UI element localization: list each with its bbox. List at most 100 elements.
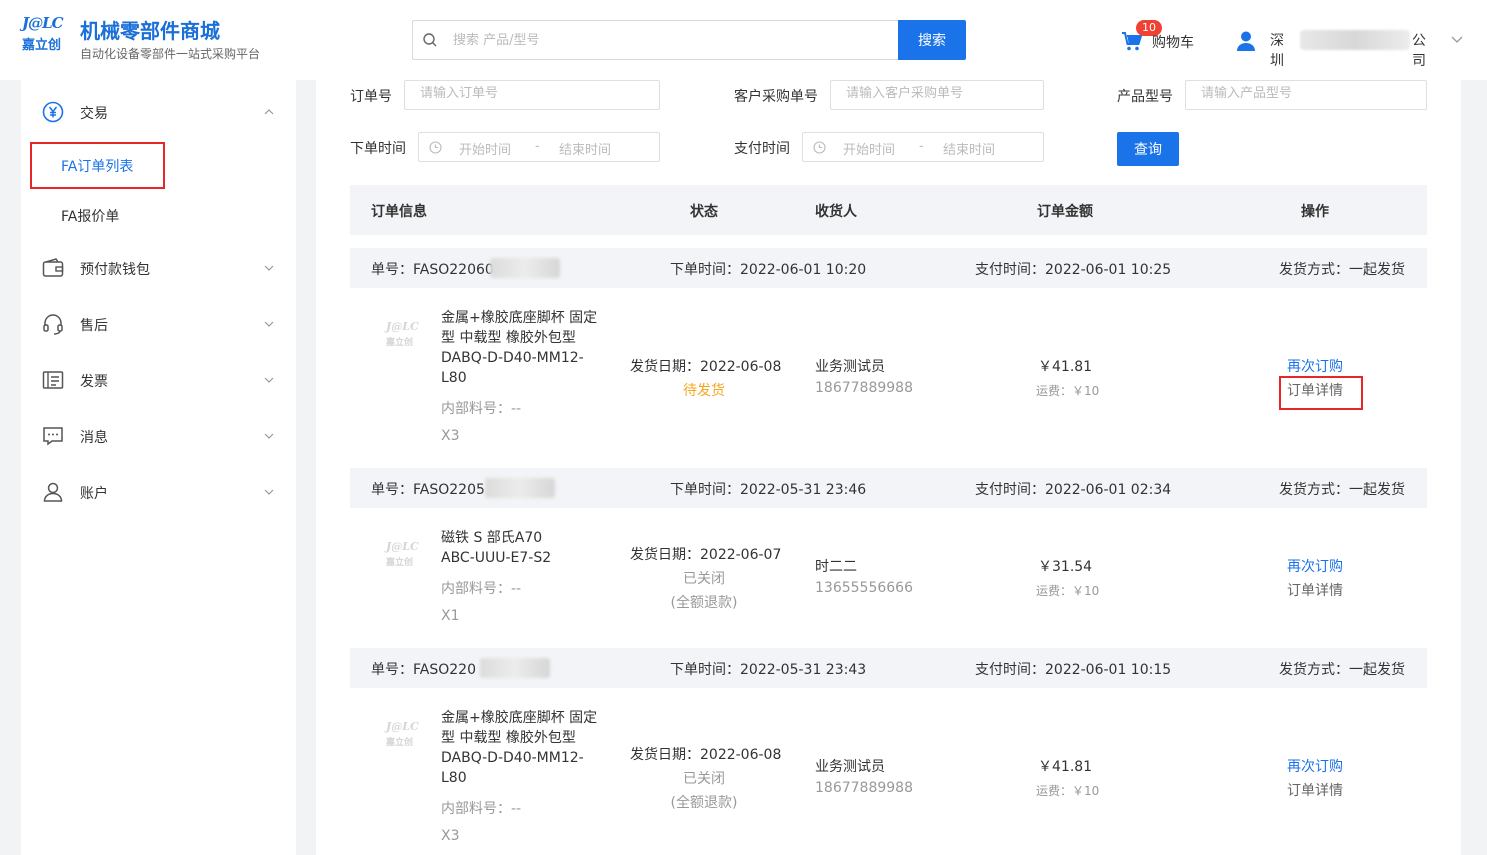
chevron-down-icon bbox=[264, 321, 274, 327]
cust-po-input[interactable] bbox=[846, 86, 1036, 101]
pay-time: 支付时间：2022-06-01 10:15 bbox=[975, 662, 1172, 678]
order-time: 下单时间：2022-05-31 23:43 bbox=[670, 662, 867, 678]
order-no-label: 订单号 bbox=[350, 89, 392, 105]
product-name[interactable]: 磁铁 S 部氏A70 ABC-UUU-E7-S2 bbox=[441, 528, 571, 568]
logo-mark: J@LC bbox=[22, 14, 64, 32]
highlight-box bbox=[30, 142, 165, 189]
chevron-down-icon bbox=[264, 377, 274, 383]
table-header: 订单信息 状态 收货人 订单金额 操作 bbox=[350, 185, 1427, 235]
order-header: 单号：FASO22060 下单时间：2022-06-01 10:20 支付时间：… bbox=[350, 248, 1427, 288]
order-header: 单号：FASO2205 下单时间：2022-05-31 23:46 支付时间：2… bbox=[350, 468, 1427, 508]
search-input[interactable] bbox=[453, 29, 883, 51]
quantity: X3 bbox=[441, 828, 460, 844]
cust-po-label: 客户采购单号 bbox=[734, 89, 818, 105]
chevron-down-icon bbox=[264, 489, 274, 495]
product-thumbnail[interactable]: J@LC 嘉立创 bbox=[386, 720, 420, 760]
order-amount: ￥31.54 bbox=[1038, 559, 1093, 575]
product-thumbnail[interactable]: J@LC 嘉立创 bbox=[386, 320, 420, 360]
query-button[interactable]: 查询 bbox=[1117, 132, 1179, 166]
sidebar-item-label: 预付款钱包 bbox=[80, 262, 150, 278]
reorder-link[interactable]: 再次订购 bbox=[1287, 756, 1343, 776]
order-amount: ￥41.81 bbox=[1038, 759, 1093, 775]
chevron-up-icon bbox=[264, 109, 274, 115]
start-time-placeholder: 开始时间 bbox=[843, 143, 896, 158]
model-input[interactable] bbox=[1201, 86, 1421, 101]
headset-icon bbox=[43, 314, 63, 335]
sidebar-item-wallet[interactable]: 预付款钱包 bbox=[21, 250, 296, 286]
order-status: 已关闭 bbox=[683, 571, 725, 587]
status-note: (全额退款) bbox=[670, 595, 738, 611]
chevron-down-icon bbox=[1451, 36, 1463, 43]
search-button[interactable]: 搜索 bbox=[898, 20, 966, 60]
logo-cn: 嘉立创 bbox=[22, 38, 62, 53]
sidebar-item-label: 交易 bbox=[80, 106, 108, 122]
col-status: 状态 bbox=[690, 204, 718, 220]
wallet-icon bbox=[42, 258, 64, 277]
pay-time-range[interactable]: 开始时间 - 结束时间 bbox=[802, 132, 1044, 162]
clock-icon bbox=[429, 141, 442, 154]
end-time-placeholder: 结束时间 bbox=[943, 143, 996, 158]
receiver-phone: 18677889988 bbox=[815, 780, 913, 796]
user-outline-icon bbox=[43, 482, 63, 502]
order-header: 单号：FASO220 下单时间：2022-05-31 23:43 支付时间：20… bbox=[350, 648, 1427, 688]
reorder-link[interactable]: 再次订购 bbox=[1287, 356, 1343, 376]
site-title[interactable]: 机械零部件商城 bbox=[80, 15, 220, 44]
ship-mode: 发货方式：一起发货 bbox=[1279, 262, 1405, 278]
reorder-link[interactable]: 再次订购 bbox=[1287, 556, 1343, 576]
brand-logo[interactable]: J@LC 嘉立创 bbox=[22, 14, 64, 62]
receiver-name: 业务测试员 bbox=[815, 359, 885, 375]
status-note: (全额退款) bbox=[670, 795, 738, 811]
highlight-box bbox=[1279, 376, 1363, 410]
message-icon bbox=[43, 427, 63, 446]
cart-label: 购物车 bbox=[1152, 35, 1194, 51]
thumbnail-cn: 嘉立创 bbox=[386, 338, 414, 348]
sidebar-item-account[interactable]: 账户 bbox=[21, 474, 296, 510]
order-detail-link[interactable]: 订单详情 bbox=[1287, 780, 1343, 800]
start-time-placeholder: 开始时间 bbox=[459, 143, 512, 158]
order-no-input[interactable] bbox=[420, 86, 640, 101]
order-number: 单号：FASO22060 bbox=[371, 262, 494, 278]
chevron-down-icon bbox=[264, 265, 274, 271]
freight: 运费：￥10 bbox=[1036, 784, 1100, 798]
company-name-redacted bbox=[1300, 30, 1410, 50]
order-time-range[interactable]: 开始时间 - 结束时间 bbox=[418, 132, 660, 162]
order-time-label: 下单时间 bbox=[350, 141, 406, 157]
order-amount: ￥41.81 bbox=[1038, 359, 1093, 375]
product-name[interactable]: 金属+橡胶底座脚杯 固定型 中载型 橡胶外包型 DABQ-D-D40-MM12-… bbox=[441, 308, 601, 388]
product-name[interactable]: 金属+橡胶底座脚杯 固定型 中载型 橡胶外包型 DABQ-D-D40-MM12-… bbox=[441, 708, 601, 788]
order-number: 单号：FASO2205 bbox=[371, 482, 485, 498]
ship-date: 发货日期：2022-06-07 bbox=[630, 547, 782, 563]
ship-date: 发货日期：2022-06-08 bbox=[630, 747, 782, 763]
pay-time: 支付时间：2022-06-01 02:34 bbox=[975, 482, 1172, 498]
range-dash: - bbox=[535, 139, 540, 154]
order-number: 单号：FASO220 bbox=[371, 662, 476, 678]
sidebar-item-label: 账户 bbox=[80, 486, 108, 502]
col-receiver: 收货人 bbox=[815, 204, 857, 220]
sidebar-item-label: 消息 bbox=[80, 430, 108, 446]
order-no-field bbox=[404, 80, 660, 110]
receiver-phone: 18677889988 bbox=[815, 380, 913, 396]
range-dash: - bbox=[919, 139, 924, 154]
product-thumbnail[interactable]: J@LC 嘉立创 bbox=[386, 540, 420, 580]
ship-date: 发货日期：2022-06-08 bbox=[630, 359, 782, 375]
order-number-redacted bbox=[480, 658, 550, 678]
thumbnail-mark: J@LC bbox=[386, 320, 419, 333]
chevron-down-icon bbox=[264, 433, 274, 439]
company-name-prefix: 深圳 bbox=[1270, 33, 1284, 69]
sidebar-item-invoice[interactable]: 发票 bbox=[21, 362, 296, 398]
search-box bbox=[412, 20, 898, 60]
sidebar-item-messages[interactable]: 消息 bbox=[21, 418, 296, 454]
sidebar-item-trade[interactable]: 交易 bbox=[21, 94, 296, 130]
model-field bbox=[1185, 80, 1427, 110]
thumbnail-cn: 嘉立创 bbox=[386, 738, 414, 748]
receiver-name: 时二二 bbox=[815, 559, 857, 575]
freight: 运费：￥10 bbox=[1036, 584, 1100, 598]
col-order-info: 订单信息 bbox=[371, 204, 427, 220]
cust-po-field bbox=[830, 80, 1044, 110]
sidebar-item-after-sales[interactable]: 售后 bbox=[21, 306, 296, 342]
sidebar-subitem-fa-quotes[interactable]: FA报价单 bbox=[61, 206, 119, 226]
order-detail-link[interactable]: 订单详情 bbox=[1287, 580, 1343, 600]
internal-part-no: 内部料号：-- bbox=[441, 401, 522, 417]
receiver-phone: 13655556666 bbox=[815, 580, 913, 596]
ship-mode: 发货方式：一起发货 bbox=[1279, 662, 1405, 678]
